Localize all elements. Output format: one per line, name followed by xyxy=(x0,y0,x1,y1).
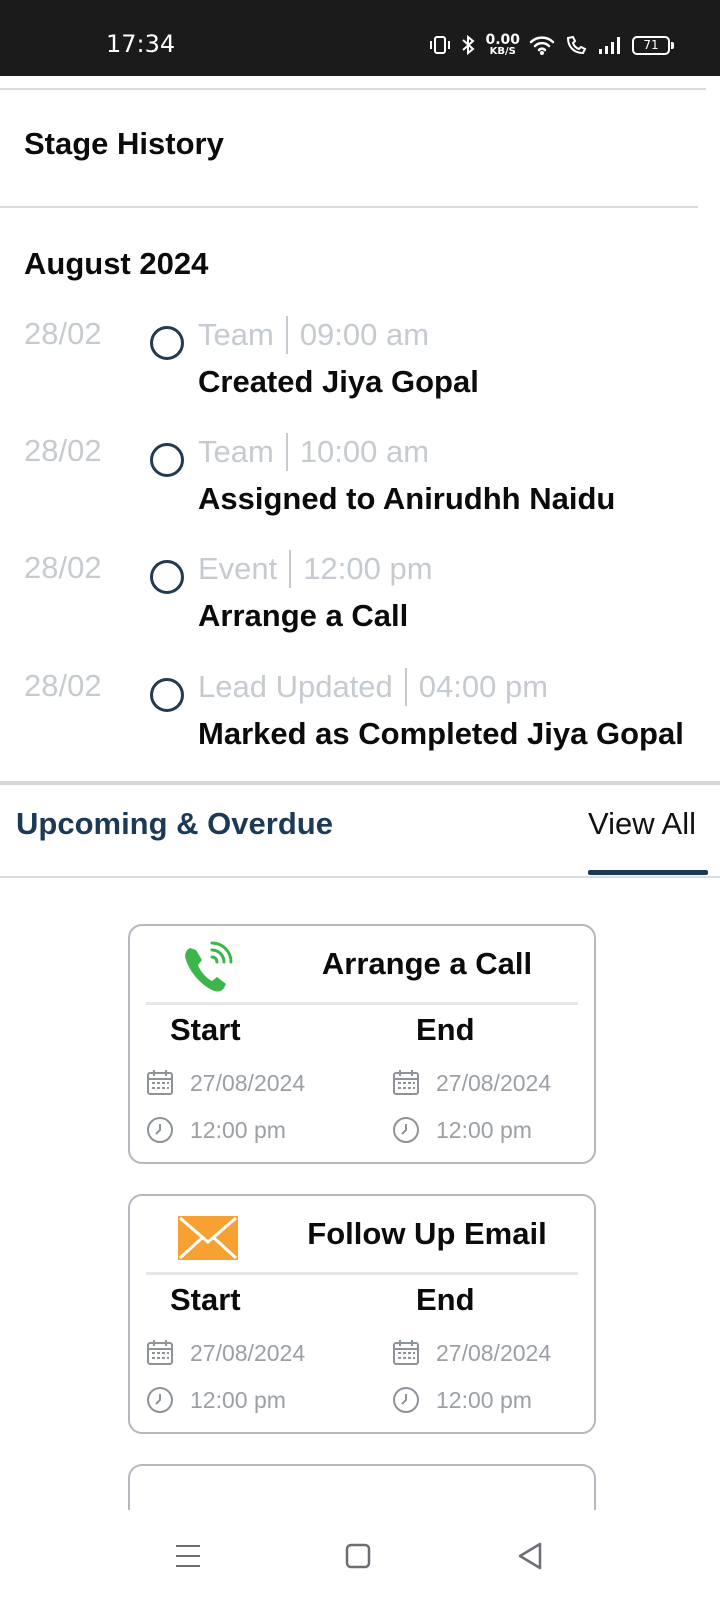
divider xyxy=(146,1002,578,1005)
card-title: Arrange a Call xyxy=(321,946,533,981)
email-icon xyxy=(178,1216,238,1260)
timeline-date: 28/02 xyxy=(24,316,102,351)
timeline-meta: Lead Updated 04:00 pm xyxy=(198,668,548,706)
timeline-time: 12:00 pm xyxy=(303,551,433,586)
calendar-icon xyxy=(393,1070,419,1095)
menu-icon[interactable] xyxy=(172,1540,204,1572)
timeline-type: Lead Updated xyxy=(198,669,393,704)
timeline-dot xyxy=(150,678,184,712)
timeline-description: Assigned to Anirudhh Naidu xyxy=(198,481,616,516)
view-all-link[interactable]: View All xyxy=(588,806,696,842)
timeline-description: Marked as Completed Jiya Gopal xyxy=(198,716,684,751)
timeline-dot xyxy=(150,326,184,360)
timeline-dot xyxy=(150,443,184,477)
status-icons: 0.00 KB/S 71 xyxy=(429,32,674,58)
section-title-upcoming: Upcoming & Overdue xyxy=(16,806,333,841)
timeline-meta: Event 12:00 pm xyxy=(198,550,433,588)
timeline-meta: Team 09:00 am xyxy=(198,316,429,354)
clock-icon xyxy=(147,1387,173,1413)
start-label: Start xyxy=(170,1282,241,1317)
net-speed: 0.00 KB/S xyxy=(485,32,520,57)
start-label: Start xyxy=(170,1012,241,1047)
divider xyxy=(0,206,698,208)
divider xyxy=(0,876,720,878)
section-divider xyxy=(0,781,720,785)
timeline-description: Arrange a Call xyxy=(198,598,409,633)
timeline-entry: 28/02 Lead Updated 04:00 pm Marked as Com… xyxy=(0,668,720,768)
calendar-icon xyxy=(147,1340,173,1365)
home-icon[interactable] xyxy=(342,1540,374,1572)
timeline-entry: 28/02 Team 09:00 am Created Jiya Gopal xyxy=(0,316,720,416)
card-title: Follow Up Email xyxy=(307,1216,547,1251)
start-date: 27/08/2024 xyxy=(190,1070,306,1096)
timeline-date: 28/02 xyxy=(24,550,102,585)
end-label: End xyxy=(416,1282,475,1317)
end-date: 27/08/2024 xyxy=(436,1070,552,1096)
clock: 17:34 xyxy=(106,30,176,58)
timeline-time: 04:00 pm xyxy=(418,669,549,704)
timeline-type: Team xyxy=(198,434,274,469)
timeline-time: 10:00 am xyxy=(299,434,430,469)
timeline-type: Team xyxy=(198,317,274,352)
vibrate-icon xyxy=(430,36,451,54)
clock-icon xyxy=(393,1117,419,1143)
separator xyxy=(285,433,288,471)
timeline-dot xyxy=(150,560,184,594)
back-icon[interactable] xyxy=(514,1540,546,1572)
timeline-entry: 28/02 Team 10:00 am Assigned to Anirudhh … xyxy=(0,433,720,533)
wifi-icon xyxy=(529,36,555,55)
timeline-type: Event xyxy=(198,551,278,586)
clock-icon xyxy=(393,1387,419,1413)
separator xyxy=(285,316,288,354)
system-nav-bar xyxy=(0,1510,720,1600)
clock-icon xyxy=(147,1117,173,1143)
wifi-calling-icon xyxy=(566,35,587,55)
calendar-icon xyxy=(393,1340,419,1365)
status-bar: 17:34 0.00 KB/S 71 xyxy=(0,0,720,76)
calendar-icon xyxy=(147,1070,173,1095)
battery-indicator: 71 xyxy=(632,35,674,55)
timeline-date: 28/02 xyxy=(24,668,102,703)
timeline-description: Created Jiya Gopal xyxy=(198,364,479,399)
signal-icon xyxy=(599,37,620,54)
divider xyxy=(146,1272,578,1275)
start-time: 12:00 pm xyxy=(190,1387,286,1413)
divider xyxy=(0,88,706,90)
tab-indicator xyxy=(588,870,708,875)
separator xyxy=(289,550,292,588)
phone-call-icon xyxy=(185,941,233,992)
separator xyxy=(404,668,407,706)
bluetooth-icon xyxy=(462,34,475,56)
end-time: 12:00 pm xyxy=(436,1117,532,1143)
month-heading: August 2024 xyxy=(24,246,209,281)
end-date: 27/08/2024 xyxy=(436,1340,552,1366)
task-card[interactable]: Arrange a Call Start End 27/08/2024 27/0… xyxy=(128,924,596,1164)
timeline-entry: 28/02 Event 12:00 pm Arrange a Call xyxy=(0,550,720,650)
timeline-meta: Team 10:00 am xyxy=(198,433,429,471)
timeline-time: 09:00 am xyxy=(299,317,430,352)
task-card[interactable]: Follow Up Email Start End 27/08/2024 27/… xyxy=(128,1194,596,1434)
end-label: End xyxy=(416,1012,475,1047)
start-date: 27/08/2024 xyxy=(190,1340,306,1366)
timeline-date: 28/02 xyxy=(24,433,102,468)
section-title-stage-history: Stage History xyxy=(24,126,224,161)
end-time: 12:00 pm xyxy=(436,1387,532,1413)
start-time: 12:00 pm xyxy=(190,1117,286,1143)
